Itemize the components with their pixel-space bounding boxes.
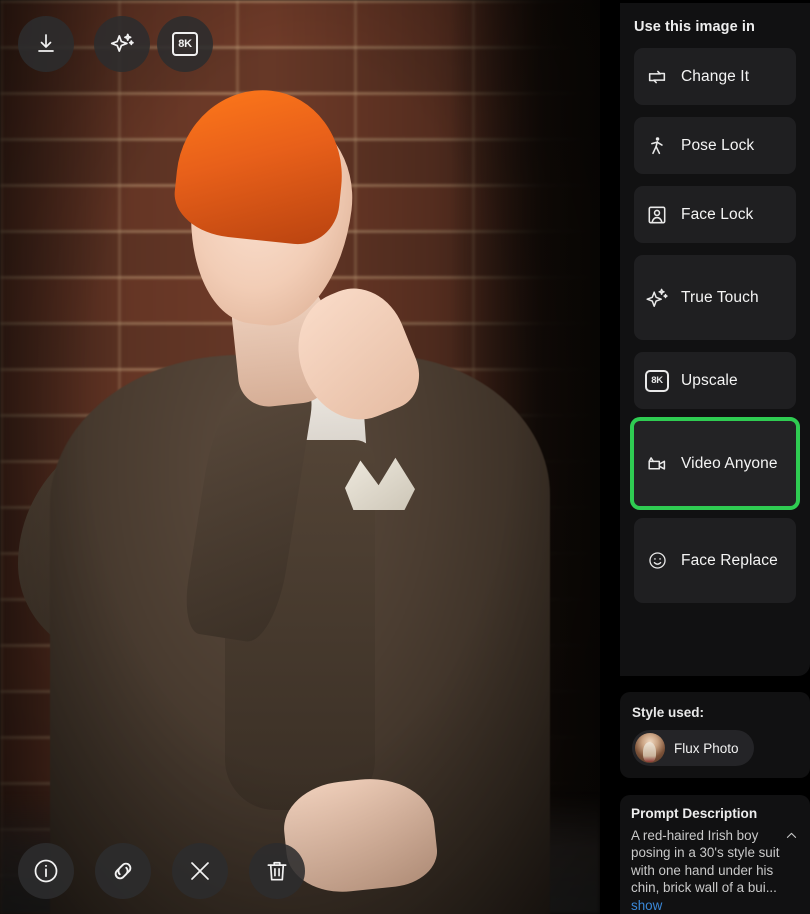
style-name: Flux Photo bbox=[674, 740, 739, 756]
use-image-in-panel: Use this image in Change It Pose Lock Fa… bbox=[620, 3, 810, 676]
upscale-8k-badge-text: 8K bbox=[651, 375, 663, 386]
upscale-8k-badge-text: 8K bbox=[178, 38, 192, 50]
info-icon bbox=[32, 857, 60, 885]
action-label: True Touch bbox=[681, 288, 759, 306]
upscale-8k-badge: 8K bbox=[645, 369, 669, 392]
action-change-it[interactable]: Change It bbox=[634, 48, 796, 105]
right-sidebar: Use this image in Change It Pose Lock Fa… bbox=[620, 0, 810, 914]
prompt-description-card: Prompt Description A red-haired Irish bo… bbox=[620, 795, 810, 914]
action-label: Upscale bbox=[681, 371, 738, 389]
action-label: Face Lock bbox=[681, 205, 754, 223]
subject-hair bbox=[170, 81, 351, 249]
info-button[interactable] bbox=[18, 843, 74, 899]
link-icon bbox=[109, 857, 137, 885]
style-used-label: Style used: bbox=[632, 705, 705, 720]
trash-icon bbox=[264, 858, 290, 884]
prompt-title: Prompt Description bbox=[631, 806, 758, 821]
action-face-replace[interactable]: Face Replace bbox=[634, 518, 796, 603]
smiley-face-icon bbox=[644, 548, 670, 574]
action-label: Face Replace bbox=[681, 551, 778, 569]
download-button[interactable] bbox=[18, 16, 74, 72]
image-subject bbox=[0, 0, 600, 914]
enhance-button[interactable] bbox=[94, 16, 150, 72]
swap-arrows-icon bbox=[644, 64, 670, 90]
show-more-link[interactable]: show bbox=[631, 898, 662, 913]
style-used-card: Style used: Flux Photo bbox=[620, 692, 810, 778]
action-label: Change It bbox=[681, 67, 750, 85]
action-video-anyone[interactable]: Video Anyone bbox=[630, 417, 800, 510]
x-icon bbox=[188, 859, 212, 883]
prompt-text: A red-haired Irish boy posing in a 30's … bbox=[631, 828, 780, 896]
action-label: Video Anyone bbox=[681, 454, 778, 472]
style-thumbnail bbox=[635, 733, 665, 763]
enhance-sparkle-icon bbox=[109, 31, 135, 57]
video-camera-icon bbox=[644, 451, 670, 477]
action-face-lock[interactable]: Face Lock bbox=[634, 186, 796, 243]
walking-person-icon bbox=[644, 133, 670, 159]
action-pose-lock[interactable]: Pose Lock bbox=[634, 117, 796, 174]
upscale-8k-icon: 8K bbox=[172, 32, 198, 56]
action-upscale[interactable]: 8K Upscale bbox=[634, 352, 796, 409]
download-icon bbox=[34, 32, 58, 56]
panel-title: Use this image in bbox=[634, 19, 755, 35]
app-root: 8K Use this image in Change It Pose Lock… bbox=[0, 0, 810, 914]
share-x-button[interactable] bbox=[172, 843, 228, 899]
style-pill[interactable]: Flux Photo bbox=[632, 730, 754, 766]
generated-image[interactable] bbox=[0, 0, 600, 914]
copy-link-button[interactable] bbox=[95, 843, 151, 899]
upscale-8k-icon: 8K bbox=[644, 368, 670, 394]
image-viewer[interactable]: 8K bbox=[0, 0, 600, 914]
action-label: Pose Lock bbox=[681, 136, 755, 154]
portrait-frame-icon bbox=[644, 202, 670, 228]
upscale-8k-button[interactable]: 8K bbox=[157, 16, 213, 72]
action-true-touch[interactable]: True Touch bbox=[634, 255, 796, 340]
prompt-body: A red-haired Irish boy posing in a 30's … bbox=[631, 827, 799, 914]
delete-button[interactable] bbox=[249, 843, 305, 899]
sparkle-icon bbox=[644, 285, 670, 311]
chevron-up-icon[interactable] bbox=[784, 828, 799, 847]
